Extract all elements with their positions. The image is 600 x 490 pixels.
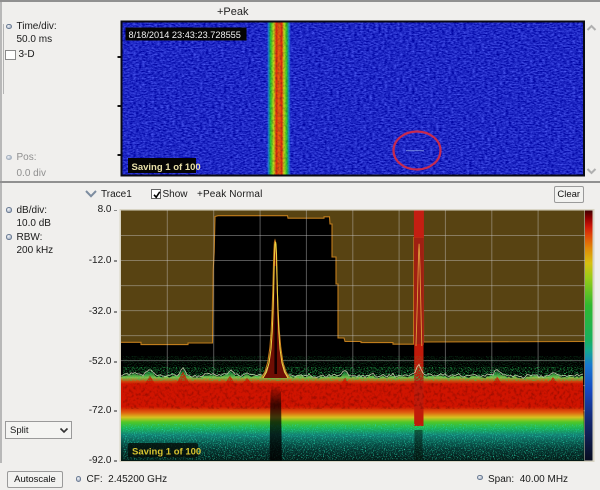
svg-text:Saving 1 of 100: Saving 1 of 100 xyxy=(132,447,201,458)
